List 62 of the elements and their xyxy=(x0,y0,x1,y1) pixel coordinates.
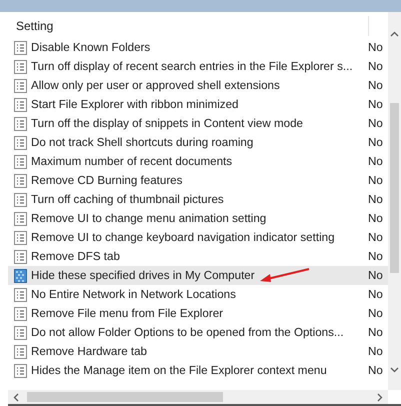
setting-state: No xyxy=(368,193,383,206)
setting-name: Remove CD Burning features xyxy=(31,174,182,187)
column-header[interactable]: Setting xyxy=(8,16,369,36)
policy-icon xyxy=(14,174,27,188)
policy-icon xyxy=(14,344,27,358)
setting-name: Start File Explorer with ribbon minimized xyxy=(31,98,238,111)
setting-name: Do not track Shell shortcuts during roaming xyxy=(31,136,254,149)
setting-state: No xyxy=(368,41,383,54)
setting-state: No xyxy=(368,288,383,301)
setting-state: No xyxy=(368,212,383,225)
policy-icon xyxy=(14,60,27,74)
setting-name: Remove UI to change menu animation setting xyxy=(31,212,266,225)
setting-name: Remove UI to change keyboard navigation indicator setting xyxy=(31,231,335,244)
policy-icon xyxy=(14,306,27,320)
setting-state: No xyxy=(368,98,383,111)
setting-name: Disable Known Folders xyxy=(31,41,150,54)
setting-name: Turn off display of recent search entries in the File Explorer s... xyxy=(31,60,353,73)
setting-name: Remove Hardware tab xyxy=(31,345,147,358)
policy-icon xyxy=(14,288,27,302)
setting-name: Allow only per user or approved shell extensions xyxy=(31,79,280,92)
policy-icon xyxy=(14,136,27,150)
setting-name: Hides the Manage item on the File Explorer context menu xyxy=(31,364,327,377)
policy-icon xyxy=(14,40,27,54)
setting-state: No xyxy=(368,136,383,149)
scroll-down-icon[interactable] xyxy=(390,365,399,374)
policy-icon xyxy=(14,230,27,244)
policy-icon xyxy=(14,192,27,206)
scroll-up-icon[interactable] xyxy=(390,30,399,39)
setting-name: No Entire Network in Network Locations xyxy=(31,288,236,301)
setting-state: No xyxy=(368,60,383,73)
setting-state: No xyxy=(368,345,383,358)
setting-state: No xyxy=(368,250,383,263)
setting-state: No xyxy=(368,155,383,168)
horizontal-scrollbar[interactable] xyxy=(8,390,388,404)
policy-icon xyxy=(14,78,27,92)
policy-icon xyxy=(14,326,27,340)
setting-name: Remove DFS tab xyxy=(31,250,120,263)
setting-name: Remove File menu from File Explorer xyxy=(31,307,223,320)
setting-name: Maximum number of recent documents xyxy=(31,155,232,168)
scroll-left-icon[interactable] xyxy=(12,392,21,402)
vertical-scrollbar[interactable] xyxy=(388,12,401,390)
policy-icon xyxy=(14,98,27,112)
setting-name: Turn off the display of snippets in Content view mode xyxy=(31,117,303,130)
setting-state: No xyxy=(368,364,383,377)
policy-icon xyxy=(14,364,27,378)
setting-state: No xyxy=(368,174,383,187)
setting-state: No xyxy=(368,117,383,130)
policy-icon xyxy=(14,250,27,264)
policy-icon xyxy=(14,116,27,130)
scroll-right-icon[interactable] xyxy=(375,392,384,402)
setting-state: No xyxy=(368,79,383,92)
policy-icon xyxy=(14,268,27,282)
setting-state: No xyxy=(368,269,383,282)
selected-row[interactable]: Hide these specified drives in My Computer No xyxy=(8,266,388,285)
setting-name: Do not allow Folder Options to be opened from the Options... xyxy=(31,326,344,339)
policy-icon xyxy=(14,212,27,226)
setting-state: No xyxy=(368,326,383,339)
setting-state: No xyxy=(368,307,383,320)
setting-name: Turn off caching of thumbnail pictures xyxy=(31,193,224,206)
policy-icon xyxy=(14,154,27,168)
setting-name: Hide these specified drives in My Computer xyxy=(31,269,255,282)
setting-state: No xyxy=(368,231,383,244)
